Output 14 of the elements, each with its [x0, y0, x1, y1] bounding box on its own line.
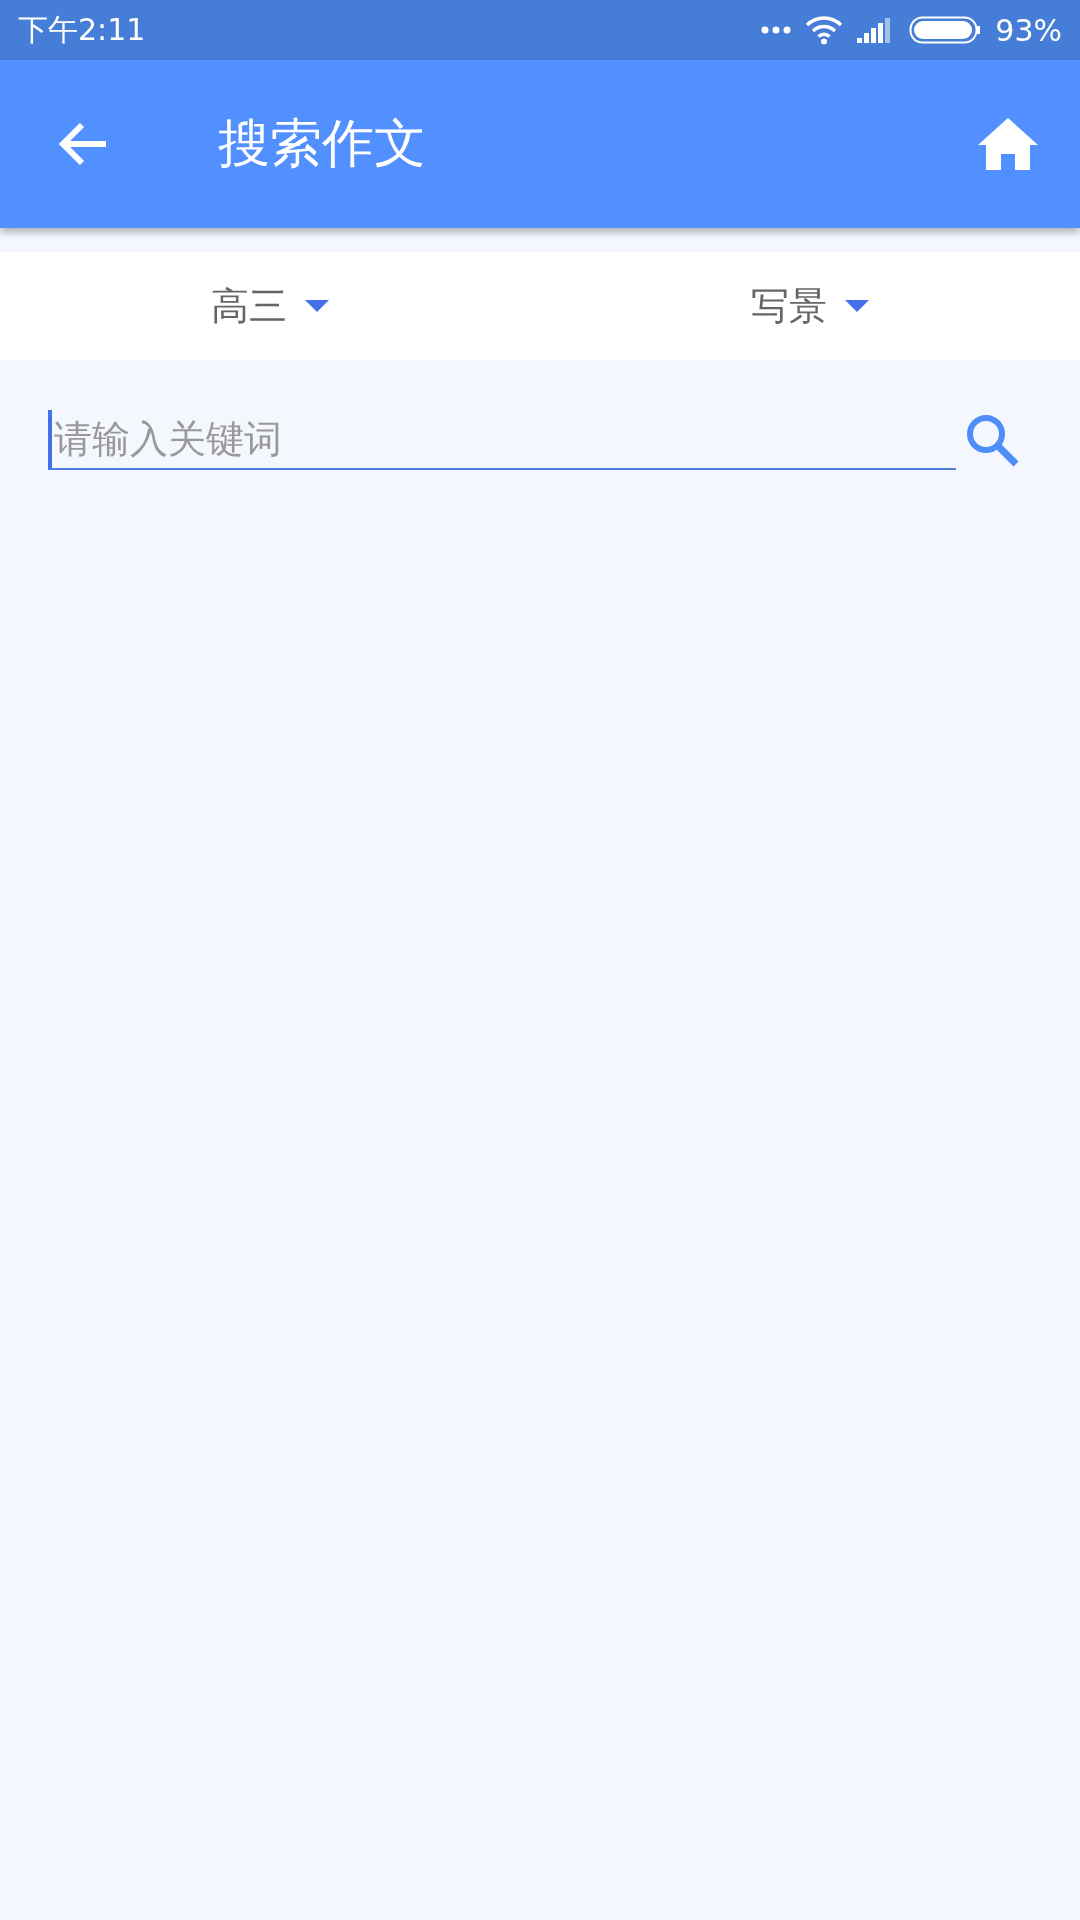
page-title: 搜索作文	[218, 112, 427, 175]
caret-icon	[305, 300, 329, 312]
back-button[interactable]	[58, 121, 108, 167]
battery-icon	[909, 16, 982, 44]
caret-icon	[845, 300, 869, 312]
filter-dropdown[interactable]: 写景	[540, 252, 1080, 360]
home-button[interactable]	[978, 118, 1038, 170]
filter-dropdown[interactable]: 高三	[0, 252, 540, 360]
wifi-icon	[805, 15, 844, 45]
battery-percent: 93%	[995, 12, 1062, 48]
search-icon[interactable]	[964, 412, 1020, 468]
status-time: 下午2:11	[18, 10, 146, 49]
more-dots-icon	[761, 25, 792, 35]
search-field[interactable]: 请输入关键词	[48, 410, 956, 470]
